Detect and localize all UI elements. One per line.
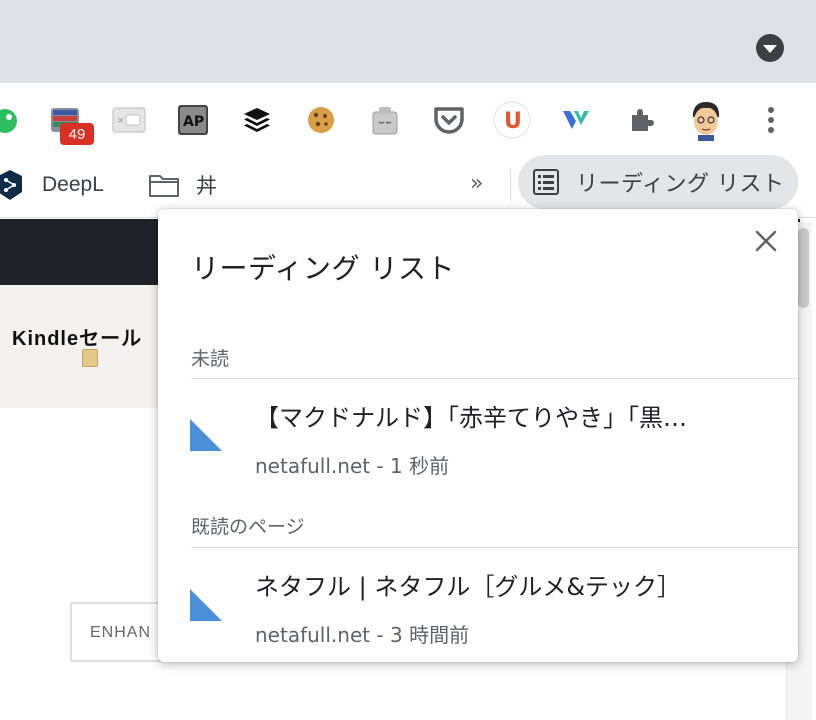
netafull-favicon xyxy=(190,419,222,451)
bookmark-folder-label: 丼 xyxy=(196,174,217,198)
window-titlebar xyxy=(0,0,816,83)
svg-text:U: U xyxy=(504,109,522,134)
deepl-icon xyxy=(0,170,22,200)
item-title: ネタフル | ネタフル［グルメ&テック］ xyxy=(255,573,682,601)
v-extension-icon[interactable] xyxy=(558,101,596,139)
browser-toolbar: 49 × AP U xyxy=(0,83,816,155)
bookmark-deepl[interactable]: DeepL xyxy=(0,167,104,203)
item-meta: netafull.net - 1 秒前 xyxy=(255,454,450,478)
bookmark-deepl-label: DeepL xyxy=(42,173,104,196)
book-icon xyxy=(82,349,98,367)
reading-list-icon xyxy=(533,169,559,195)
cookie-icon[interactable] xyxy=(302,101,340,139)
popup-title: リーディング リスト xyxy=(191,252,455,285)
section-divider xyxy=(191,378,798,379)
read-section-header: 既読のページ xyxy=(191,516,305,538)
more-menu-icon[interactable] xyxy=(752,101,790,139)
item-title: 【マクドナルド】「赤辛てりやき」「黒… xyxy=(255,404,687,432)
close-icon[interactable] xyxy=(754,229,778,253)
buffer-icon[interactable] xyxy=(238,101,276,139)
tab-search-button[interactable] xyxy=(756,34,784,62)
profile-avatar[interactable] xyxy=(684,101,728,141)
enhance-text: ENHAN xyxy=(90,624,152,641)
item-meta: netafull.net - 3 時間前 xyxy=(255,623,470,647)
u-extension-icon[interactable]: U xyxy=(493,101,531,139)
reading-list-button[interactable]: リーディング リスト xyxy=(518,155,798,209)
folder-icon xyxy=(149,175,179,197)
kindle-sale-link[interactable]: Kindleセール xyxy=(12,322,142,351)
evernote-icon[interactable] xyxy=(0,101,24,139)
section-divider xyxy=(191,547,798,548)
unread-section-header: 未読 xyxy=(191,348,230,370)
bookmarks-overflow-button[interactable]: » xyxy=(470,171,483,196)
svg-text:AP: AP xyxy=(183,114,204,130)
reading-list-popup: リーディング リスト 未読 【マクドナルド】「赤辛てりやき」「黒… netafu… xyxy=(158,209,798,662)
pocket-icon[interactable] xyxy=(430,101,468,139)
netafull-favicon xyxy=(190,589,222,621)
puzzle-icon[interactable] xyxy=(622,101,660,139)
scrollbar-thumb[interactable] xyxy=(798,228,809,308)
notification-badge: 49 xyxy=(60,123,94,145)
sleeping-tab-icon[interactable] xyxy=(366,101,404,139)
svg-text:×: × xyxy=(117,116,125,126)
reading-list-button-label: リーディング リスト xyxy=(576,172,785,197)
tab-icon[interactable]: × xyxy=(110,101,148,139)
bookmarks-divider xyxy=(510,169,511,201)
ap-icon[interactable]: AP xyxy=(174,101,212,139)
bookmark-folder[interactable]: 丼 xyxy=(148,167,217,203)
